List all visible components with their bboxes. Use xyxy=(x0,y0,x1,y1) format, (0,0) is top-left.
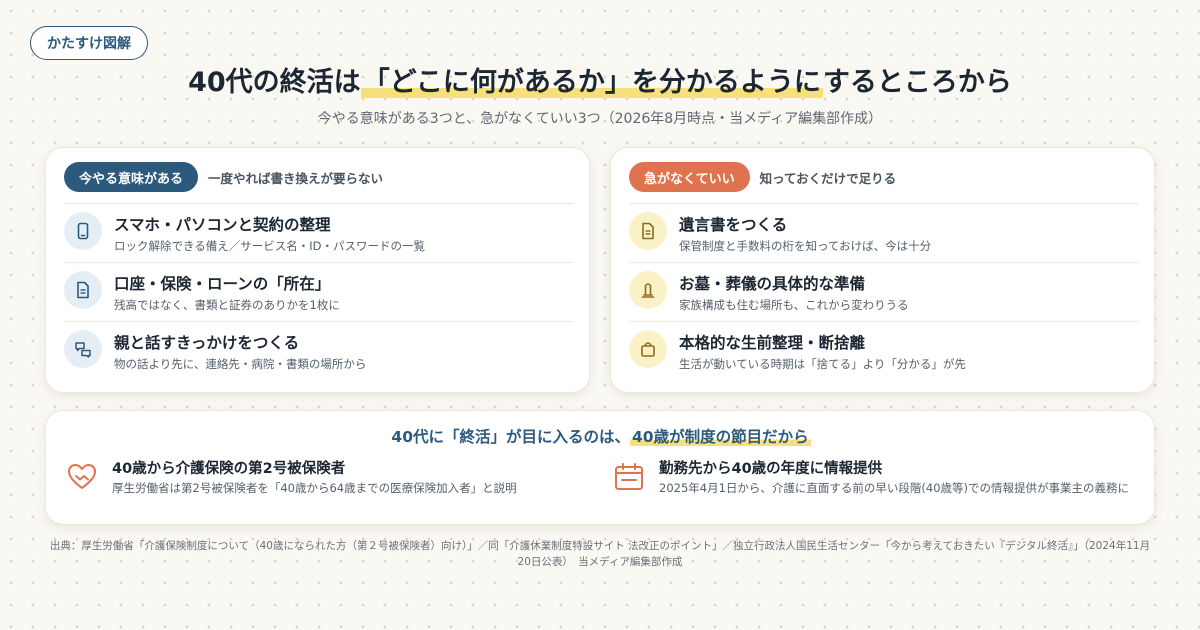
calendar-icon xyxy=(611,459,647,495)
item-title: 遺言書をつくる xyxy=(679,216,788,234)
milestone-card: 40代に「終活」が目に入るのは、 40歳が制度の節目だから 40歳から介護保険の第… xyxy=(45,410,1155,525)
fact-desc: 厚生労働省は第2号被保険者を「40歳から64歳までの医療保険加入者」と説明 xyxy=(112,481,517,495)
item-desc: ロック解除できる備え／サービス名・ID・パスワードの一覧 xyxy=(114,239,426,253)
milestone-heading: 40代に「終活」が目に入るのは、 40歳が制度の節目だから xyxy=(46,425,1156,447)
item-desc: 保管制度と手数料の桁を知っておけば、今は十分 xyxy=(679,239,932,253)
item-title: スマホ・パソコンと契約の整理 xyxy=(114,216,331,234)
milestone-heading-highlight: 40歳が制度の節目だから xyxy=(630,428,811,446)
do-now-pill: 今やる意味がある xyxy=(64,162,199,192)
fact-title: 勤務先から40歳の年度に情報提供 xyxy=(659,461,883,477)
do-now-header: 今やる意味がある 一度やれば書き換えが要らない xyxy=(64,162,383,192)
document-icon xyxy=(629,212,667,250)
not-urgent-card: 急がなくていい 知っておくだけで足りる 遺言書をつくる 保管制度と手数料の桁を知… xyxy=(610,147,1155,393)
fact-title: 40歳から介護保険の第2号被保険者 xyxy=(112,461,346,477)
item-title: 親と話すきっかけをつくる xyxy=(114,334,300,352)
milestone-heading-text: 40代に「終活」が目に入るのは、 xyxy=(391,428,630,446)
grave-icon xyxy=(629,271,667,309)
heart-hands-icon xyxy=(64,459,100,495)
bag-icon xyxy=(629,330,667,368)
list-item: 親と話すきっかけをつくる 物の話より先に、連絡先・病院・書類の場所から xyxy=(64,321,574,380)
list-item: 遺言書をつくる 保管制度と手数料の桁を知っておけば、今は十分 xyxy=(629,203,1139,262)
list-item: 本格的な生前整理・断捨離 生活が動いている時期は「捨てる」より「分かる」が先 xyxy=(629,321,1139,380)
item-desc: 物の話より先に、連絡先・病院・書類の場所から xyxy=(114,357,367,371)
page-title: 40代の終活は「どこに何があるか」を分かるようにするところから xyxy=(0,60,1200,99)
list-item: スマホ・パソコンと契約の整理 ロック解除できる備え／サービス名・ID・パスワード… xyxy=(64,203,574,262)
chat-icon xyxy=(64,330,102,368)
fact-desc: 2025年4月1日から、介護に直面する前の早い段階(40歳等)での情報提供が事業… xyxy=(659,481,1130,495)
smartphone-icon xyxy=(64,212,102,250)
document-icon xyxy=(64,271,102,309)
do-now-card: 今やる意味がある 一度やれば書き換えが要らない スマホ・パソコンと契約の整理 ロ… xyxy=(45,147,590,393)
do-now-note: 一度やれば書き換えが要らない xyxy=(208,170,384,186)
list-item: 口座・保険・ローンの「所在」 残高ではなく、書類と証券のありかを1枚に xyxy=(64,262,574,321)
item-title: お墓・葬儀の具体的な準備 xyxy=(679,275,866,293)
page-subtitle: 今やる意味がある3つと、急がなくていい3つ（2026年8月時点・当メディア編集部… xyxy=(317,111,883,127)
item-title: 口座・保険・ローンの「所在」 xyxy=(114,275,331,293)
item-title: 本格的な生前整理・断捨離 xyxy=(679,334,866,352)
not-urgent-header: 急がなくていい 知っておくだけで足りる xyxy=(629,162,896,192)
not-urgent-note: 知っておくだけで足りる xyxy=(759,170,897,186)
title-after: するところから xyxy=(822,67,1012,98)
list-item: お墓・葬儀の具体的な準備 家族構成も住む場所も、これから変わりうる xyxy=(629,262,1139,321)
source-note: 出典：厚生労働省「介護保険制度について（40歳になられた方（第２号被保険者）向け… xyxy=(49,540,1151,568)
brand-badge: かたすけ図解 xyxy=(30,26,148,60)
item-desc: 残高ではなく、書類と証券のありかを1枚に xyxy=(114,298,340,312)
title-highlight: 「どこに何があるか」を分かるように xyxy=(360,67,823,98)
item-desc: 生活が動いている時期は「捨てる」より「分かる」が先 xyxy=(679,357,966,371)
title-before: 40代の終活は xyxy=(188,67,361,98)
item-desc: 家族構成も住む場所も、これから変わりうる xyxy=(679,298,909,312)
not-urgent-pill: 急がなくていい xyxy=(629,162,750,192)
